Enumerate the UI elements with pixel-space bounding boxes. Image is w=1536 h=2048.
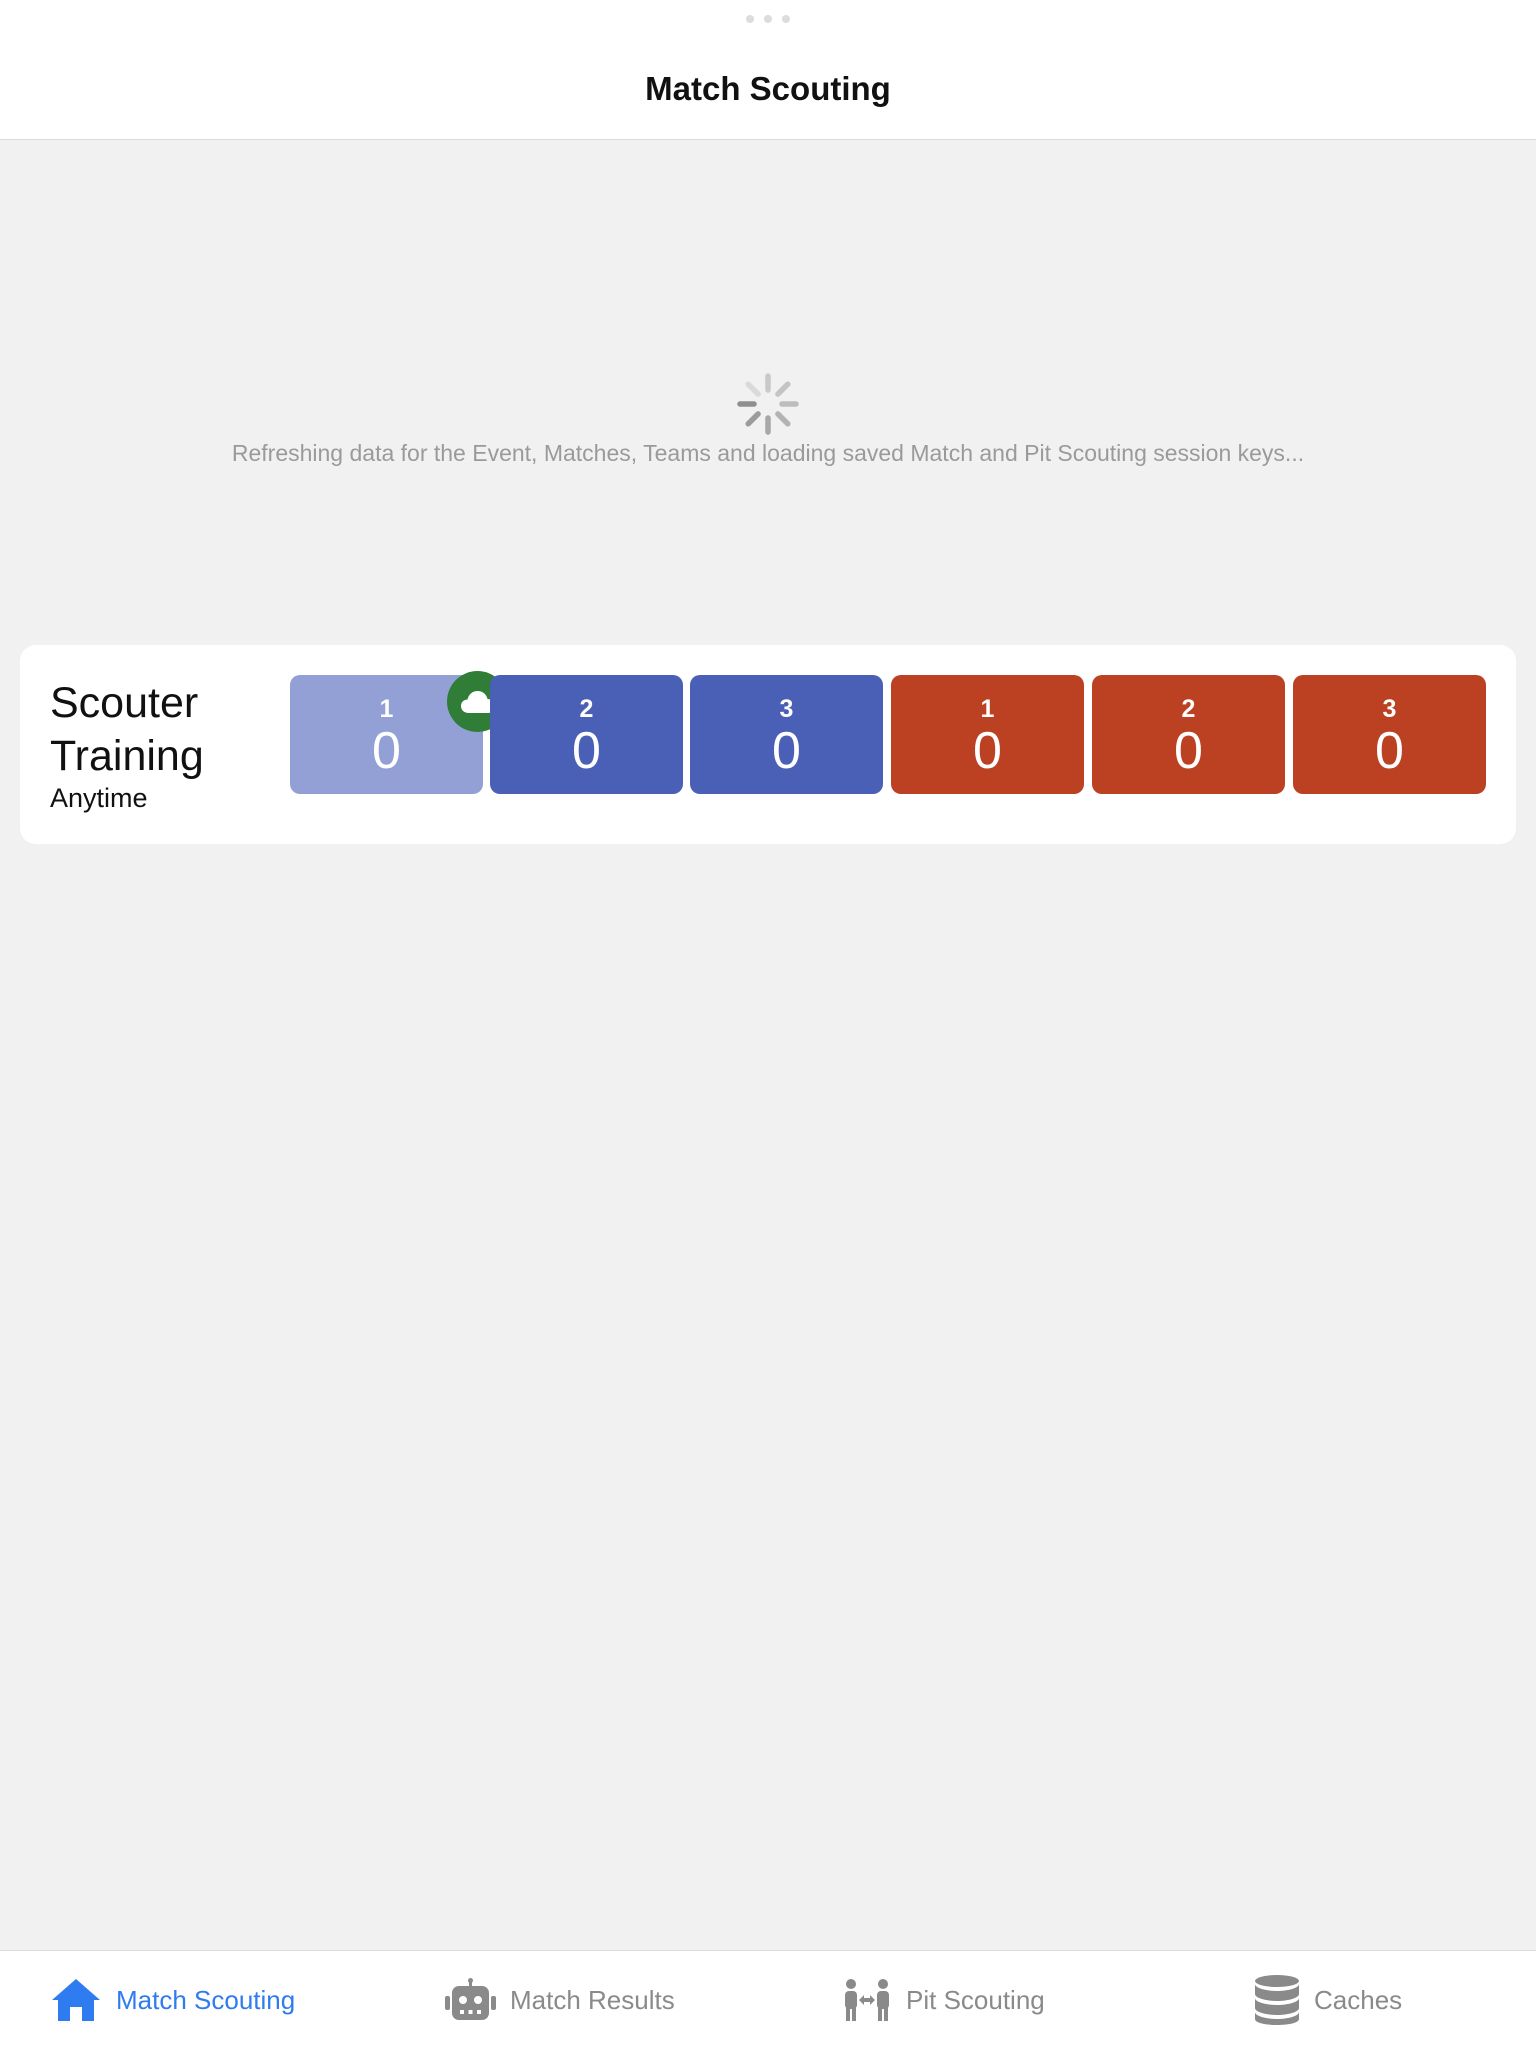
slot-number: 2 — [579, 695, 594, 723]
nav-header: Match Scouting — [0, 0, 1536, 140]
slot-score: 0 — [973, 722, 1002, 780]
tab-caches[interactable]: Caches — [1254, 1951, 1402, 2048]
database-icon — [1254, 1974, 1300, 2026]
multitasking-grabber[interactable] — [746, 15, 790, 23]
loading-spinner-icon — [737, 373, 799, 435]
slot-score: 0 — [772, 722, 801, 780]
match-name: Scouter Training — [50, 679, 204, 780]
app-screen: Match Scouting Refreshing data for the E… — [0, 0, 1536, 2048]
slot-score: 0 — [572, 722, 601, 780]
match-time: Anytime — [50, 783, 148, 813]
robot-icon — [444, 1978, 496, 2022]
tab-label: Caches — [1314, 1984, 1403, 2015]
red-slot-3[interactable]: 3 0 — [1293, 675, 1486, 794]
tab-label: Pit Scouting — [906, 1984, 1045, 2015]
tab-pit-scouting[interactable]: Pit Scouting — [842, 1951, 1045, 2048]
blue-slot-1[interactable]: 1 0 — [290, 671, 508, 794]
red-slot-2[interactable]: 2 0 — [1092, 675, 1285, 794]
red-slot-1[interactable]: 1 0 — [891, 675, 1084, 794]
blue-slot-2[interactable]: 2 0 — [490, 675, 683, 794]
tab-label: Match Results — [510, 1984, 675, 2015]
tab-bar: Match Scouting Match Results Pit Scoutin… — [0, 1950, 1536, 2048]
loading-message: Refreshing data for the Event, Matches, … — [231, 440, 1305, 466]
people-icon — [842, 1978, 892, 2022]
tab-label: Match Scouting — [116, 1984, 296, 2015]
slot-score: 0 — [1375, 722, 1404, 780]
blue-slot-3[interactable]: 3 0 — [690, 675, 883, 794]
slot-number: 3 — [1382, 695, 1397, 723]
match-card[interactable]: Scouter Training Anytime 1 0 2 0 3 0 1 0… — [20, 645, 1516, 844]
slot-score: 0 — [1174, 722, 1203, 780]
slot-number: 1 — [980, 695, 995, 723]
slot-score: 0 — [372, 722, 401, 780]
tab-match-results[interactable]: Match Results — [444, 1951, 675, 2048]
slot-number: 3 — [779, 695, 794, 723]
tab-match-scouting[interactable]: Match Scouting — [50, 1951, 295, 2048]
slot-number: 2 — [1181, 695, 1196, 723]
home-icon — [50, 1977, 102, 2023]
page-title: Match Scouting — [645, 70, 891, 107]
